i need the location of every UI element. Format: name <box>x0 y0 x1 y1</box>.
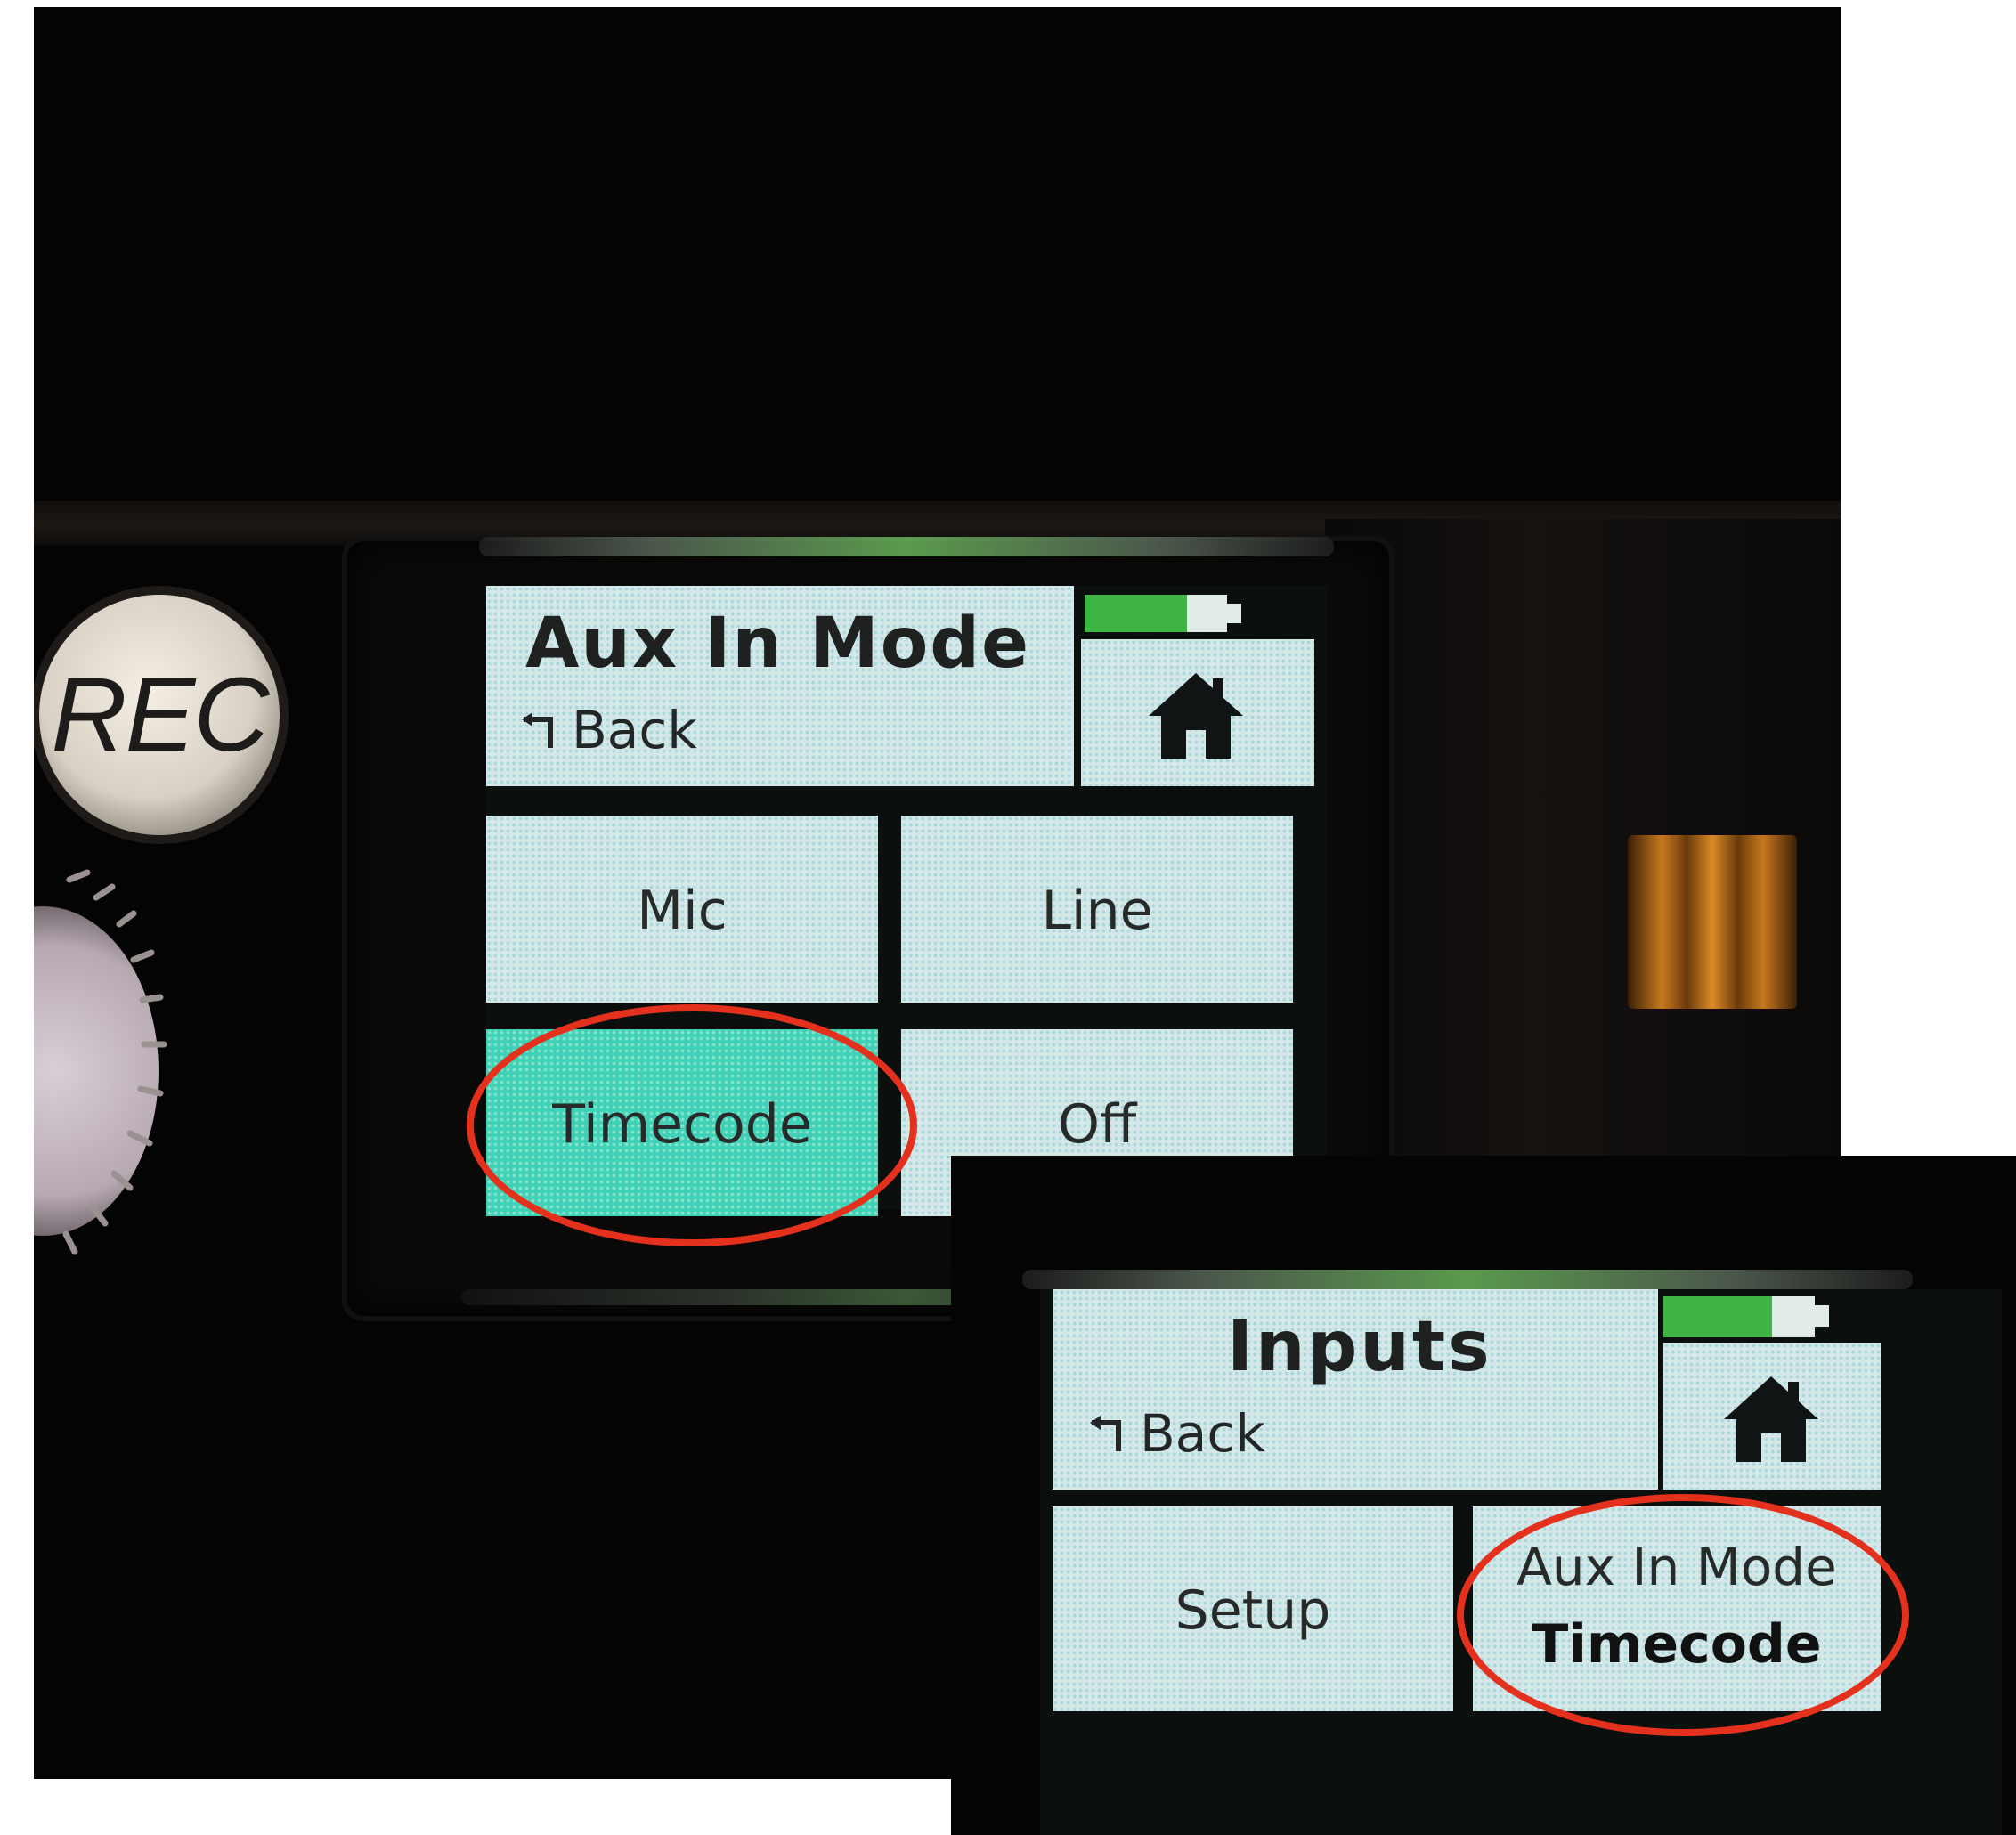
option-line-label: Line <box>1041 880 1153 942</box>
option-mic-label: Mic <box>637 880 728 942</box>
battery-cap <box>1227 604 1241 623</box>
inset-glow-top <box>1022 1270 1913 1289</box>
battery-level <box>1085 595 1188 632</box>
option-off-label: Off <box>1057 1093 1137 1156</box>
rec-label: REC <box>51 656 269 774</box>
back-arrow-icon <box>522 712 553 748</box>
inset-battery-level <box>1663 1296 1773 1337</box>
header-panel: Aux In Mode Back <box>486 586 1074 786</box>
inset-back-arrow-icon <box>1090 1416 1121 1451</box>
device-photo-inset: Inputs Back Setup Aux In Mode Timecode <box>951 1156 2016 1835</box>
rec-button[interactable]: REC <box>39 595 280 835</box>
dial-ticks <box>62 869 167 1255</box>
home-icon <box>1149 673 1243 759</box>
screen-glow-top <box>479 537 1334 556</box>
aux-in-mode-button[interactable]: Aux In Mode Timecode <box>1473 1506 1881 1711</box>
inset-home-icon <box>1724 1376 1818 1462</box>
back-button[interactable]: Back <box>520 700 697 760</box>
lcd-screen-inset: Inputs Back Setup Aux In Mode Timecode <box>1040 1289 2002 1835</box>
setup-button[interactable]: Setup <box>1053 1506 1453 1711</box>
option-timecode-label: Timecode <box>552 1093 812 1156</box>
inset-back-button[interactable]: Back <box>1088 1403 1265 1464</box>
inset-page-title: Inputs <box>1227 1307 1492 1387</box>
inset-back-label: Back <box>1140 1403 1265 1464</box>
aux-in-mode-value: Timecode <box>1532 1613 1822 1676</box>
inset-battery-cap <box>1815 1305 1829 1327</box>
inset-header-panel: Inputs Back <box>1053 1289 1658 1490</box>
battery-indicator <box>1085 595 1227 632</box>
page-title: Aux In Mode <box>525 604 1031 684</box>
back-label: Back <box>572 700 697 760</box>
aux-in-mode-label: Aux In Mode <box>1516 1537 1837 1597</box>
option-timecode[interactable]: Timecode <box>486 1029 878 1216</box>
inset-battery-indicator <box>1663 1296 1815 1337</box>
lcd-screen-main: Aux In Mode Back Mic Line Timecode Off <box>486 586 1328 1216</box>
inset-home-button[interactable] <box>1663 1343 1881 1490</box>
gain-knob[interactable] <box>1628 835 1797 1009</box>
home-button[interactable] <box>1081 639 1314 786</box>
option-mic[interactable]: Mic <box>486 816 878 1003</box>
option-line[interactable]: Line <box>901 816 1293 1003</box>
setup-label: Setup <box>1175 1579 1331 1642</box>
